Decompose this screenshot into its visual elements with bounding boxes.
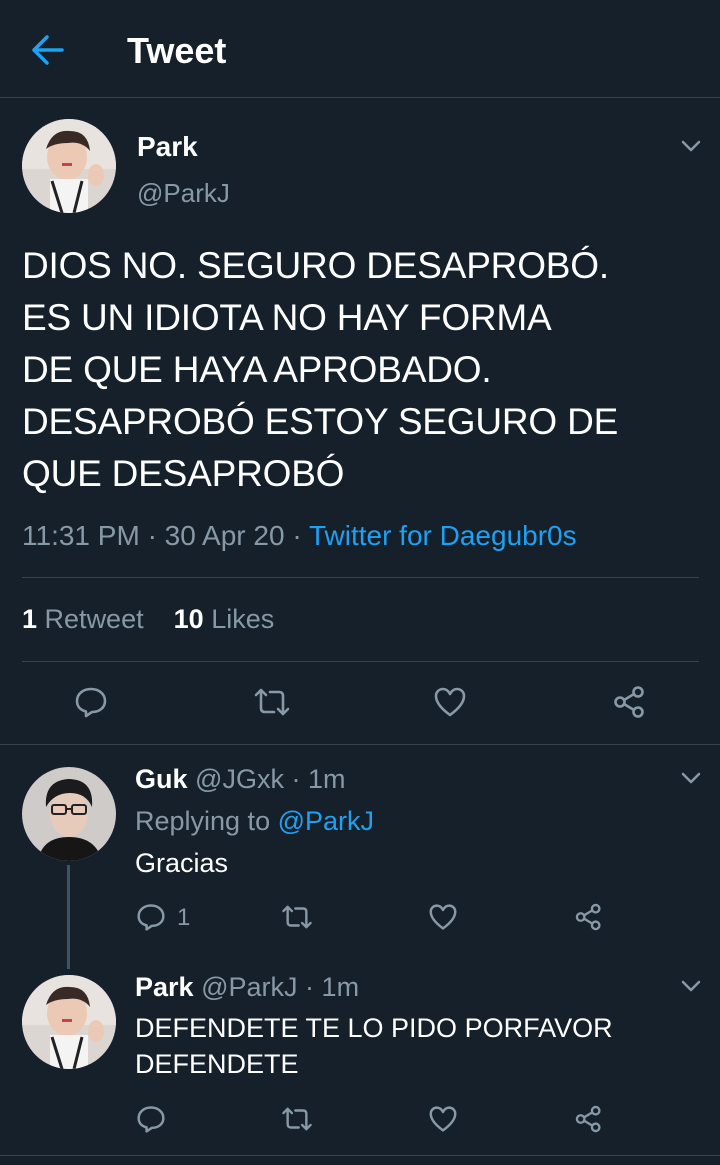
reply-time: 1m <box>321 972 360 1002</box>
author-handle[interactable]: @ParkJ <box>137 178 230 209</box>
reply-author-name[interactable]: Park <box>135 972 194 1002</box>
comment-icon <box>75 687 107 718</box>
comment-icon <box>137 904 165 931</box>
meta-separator: · <box>147 520 157 551</box>
share-button[interactable] <box>574 902 604 932</box>
retweets-stat[interactable]: 1 Retweet <box>22 604 144 634</box>
tweet-text-line: DIOS NO. SEGURO DESAPROBÓ. <box>22 245 609 286</box>
tweet-stats: 1 Retweet 10 Likes <box>22 604 274 635</box>
meta-separator: · <box>292 520 302 551</box>
tweet-text-line: DE QUE HAYA APROBADO. <box>22 349 492 390</box>
retweet-button[interactable] <box>252 686 292 718</box>
share-icon <box>614 686 644 718</box>
reply-button[interactable] <box>74 685 108 719</box>
chevron-down-icon <box>681 140 701 152</box>
tweet-text-line: ES UN IDIOTA NO HAY FORMA <box>22 297 552 338</box>
divider <box>0 1155 720 1156</box>
share-button[interactable] <box>574 1104 604 1134</box>
retweet-button[interactable] <box>280 903 314 931</box>
reply-options-button[interactable] <box>679 976 703 996</box>
reply-count: 1 <box>177 904 191 931</box>
likes-count: 10 <box>173 604 204 634</box>
likes-label: Likes <box>211 604 275 634</box>
reply-author-handle[interactable]: @ParkJ <box>201 972 297 1002</box>
tweet-text-line: DESAPROBÓ ESTOY SEGURO DE <box>22 401 619 442</box>
tweet-text: DIOS NO. SEGURO DESAPROBÓ. ES UN IDIOTA … <box>22 240 682 500</box>
retweet-icon <box>282 905 312 929</box>
tweet-source-link[interactable]: Twitter for Daegubr0s <box>309 520 577 551</box>
like-button[interactable] <box>433 686 467 718</box>
reply-text: Gracias <box>135 848 229 878</box>
avatar[interactable] <box>22 119 116 213</box>
replying-to: Replying to @ParkJ <box>135 806 374 837</box>
retweet-button[interactable] <box>280 1105 314 1133</box>
reply-button[interactable] <box>136 902 166 932</box>
meta-separator: · <box>305 972 315 1002</box>
reply-options-button[interactable] <box>679 768 703 788</box>
divider <box>0 744 720 745</box>
meta-separator: · <box>291 764 301 794</box>
reply-text-line: DEFENDETE TE LO PIDO PORFAVOR <box>135 1013 613 1043</box>
like-button[interactable] <box>428 1105 458 1133</box>
share-icon <box>575 903 601 931</box>
heart-icon <box>429 1106 457 1132</box>
heart-icon <box>429 904 457 930</box>
share-button[interactable] <box>612 684 648 720</box>
avatar[interactable] <box>22 975 116 1069</box>
retweet-count: 1 <box>22 604 38 634</box>
reply-text: DEFENDETE TE LO PIDO PORFAVOR DEFENDETE <box>135 1010 613 1082</box>
retweet-icon <box>282 1107 312 1131</box>
like-button[interactable] <box>428 903 458 931</box>
tweet-time: 11:31 PM <box>22 520 140 551</box>
share-icon <box>575 1105 601 1133</box>
chevron-down-icon <box>681 772 701 784</box>
avatar[interactable] <box>22 767 116 861</box>
heart-icon <box>434 687 466 717</box>
reply-time: 1m <box>307 764 346 794</box>
replying-label: Replying to <box>135 806 271 836</box>
divider <box>22 577 699 578</box>
reply-header: Guk @JGxk · 1m <box>135 764 346 795</box>
reply-button[interactable] <box>136 1104 166 1134</box>
reply-author-handle[interactable]: @JGxk <box>195 764 284 794</box>
back-button[interactable] <box>30 33 70 67</box>
app-header: Tweet <box>0 0 720 98</box>
likes-stat[interactable]: 10 Likes <box>174 604 275 634</box>
reply-author-name[interactable]: Guk <box>135 764 188 794</box>
tweet-options-button[interactable] <box>679 136 703 156</box>
comment-icon <box>137 1106 165 1133</box>
tweet-date: 30 Apr 20 <box>164 520 285 551</box>
tweet-meta: 11:31 PM · 30 Apr 20 · Twitter for Daegu… <box>22 520 577 552</box>
reply-text-line: DEFENDETE <box>135 1049 299 1079</box>
retweet-label: Retweet <box>44 604 144 634</box>
chevron-down-icon <box>681 980 701 992</box>
page-title: Tweet <box>127 30 227 71</box>
thread-line <box>67 865 70 969</box>
author-name[interactable]: Park <box>137 131 198 163</box>
mention-link[interactable]: @ParkJ <box>278 806 374 836</box>
retweet-icon <box>254 688 290 716</box>
tweet-text-line: QUE DESAPROBÓ <box>22 453 345 494</box>
divider <box>22 661 699 662</box>
reply-header: Park @ParkJ · 1m <box>135 972 359 1003</box>
arrow-left-icon <box>32 35 64 65</box>
